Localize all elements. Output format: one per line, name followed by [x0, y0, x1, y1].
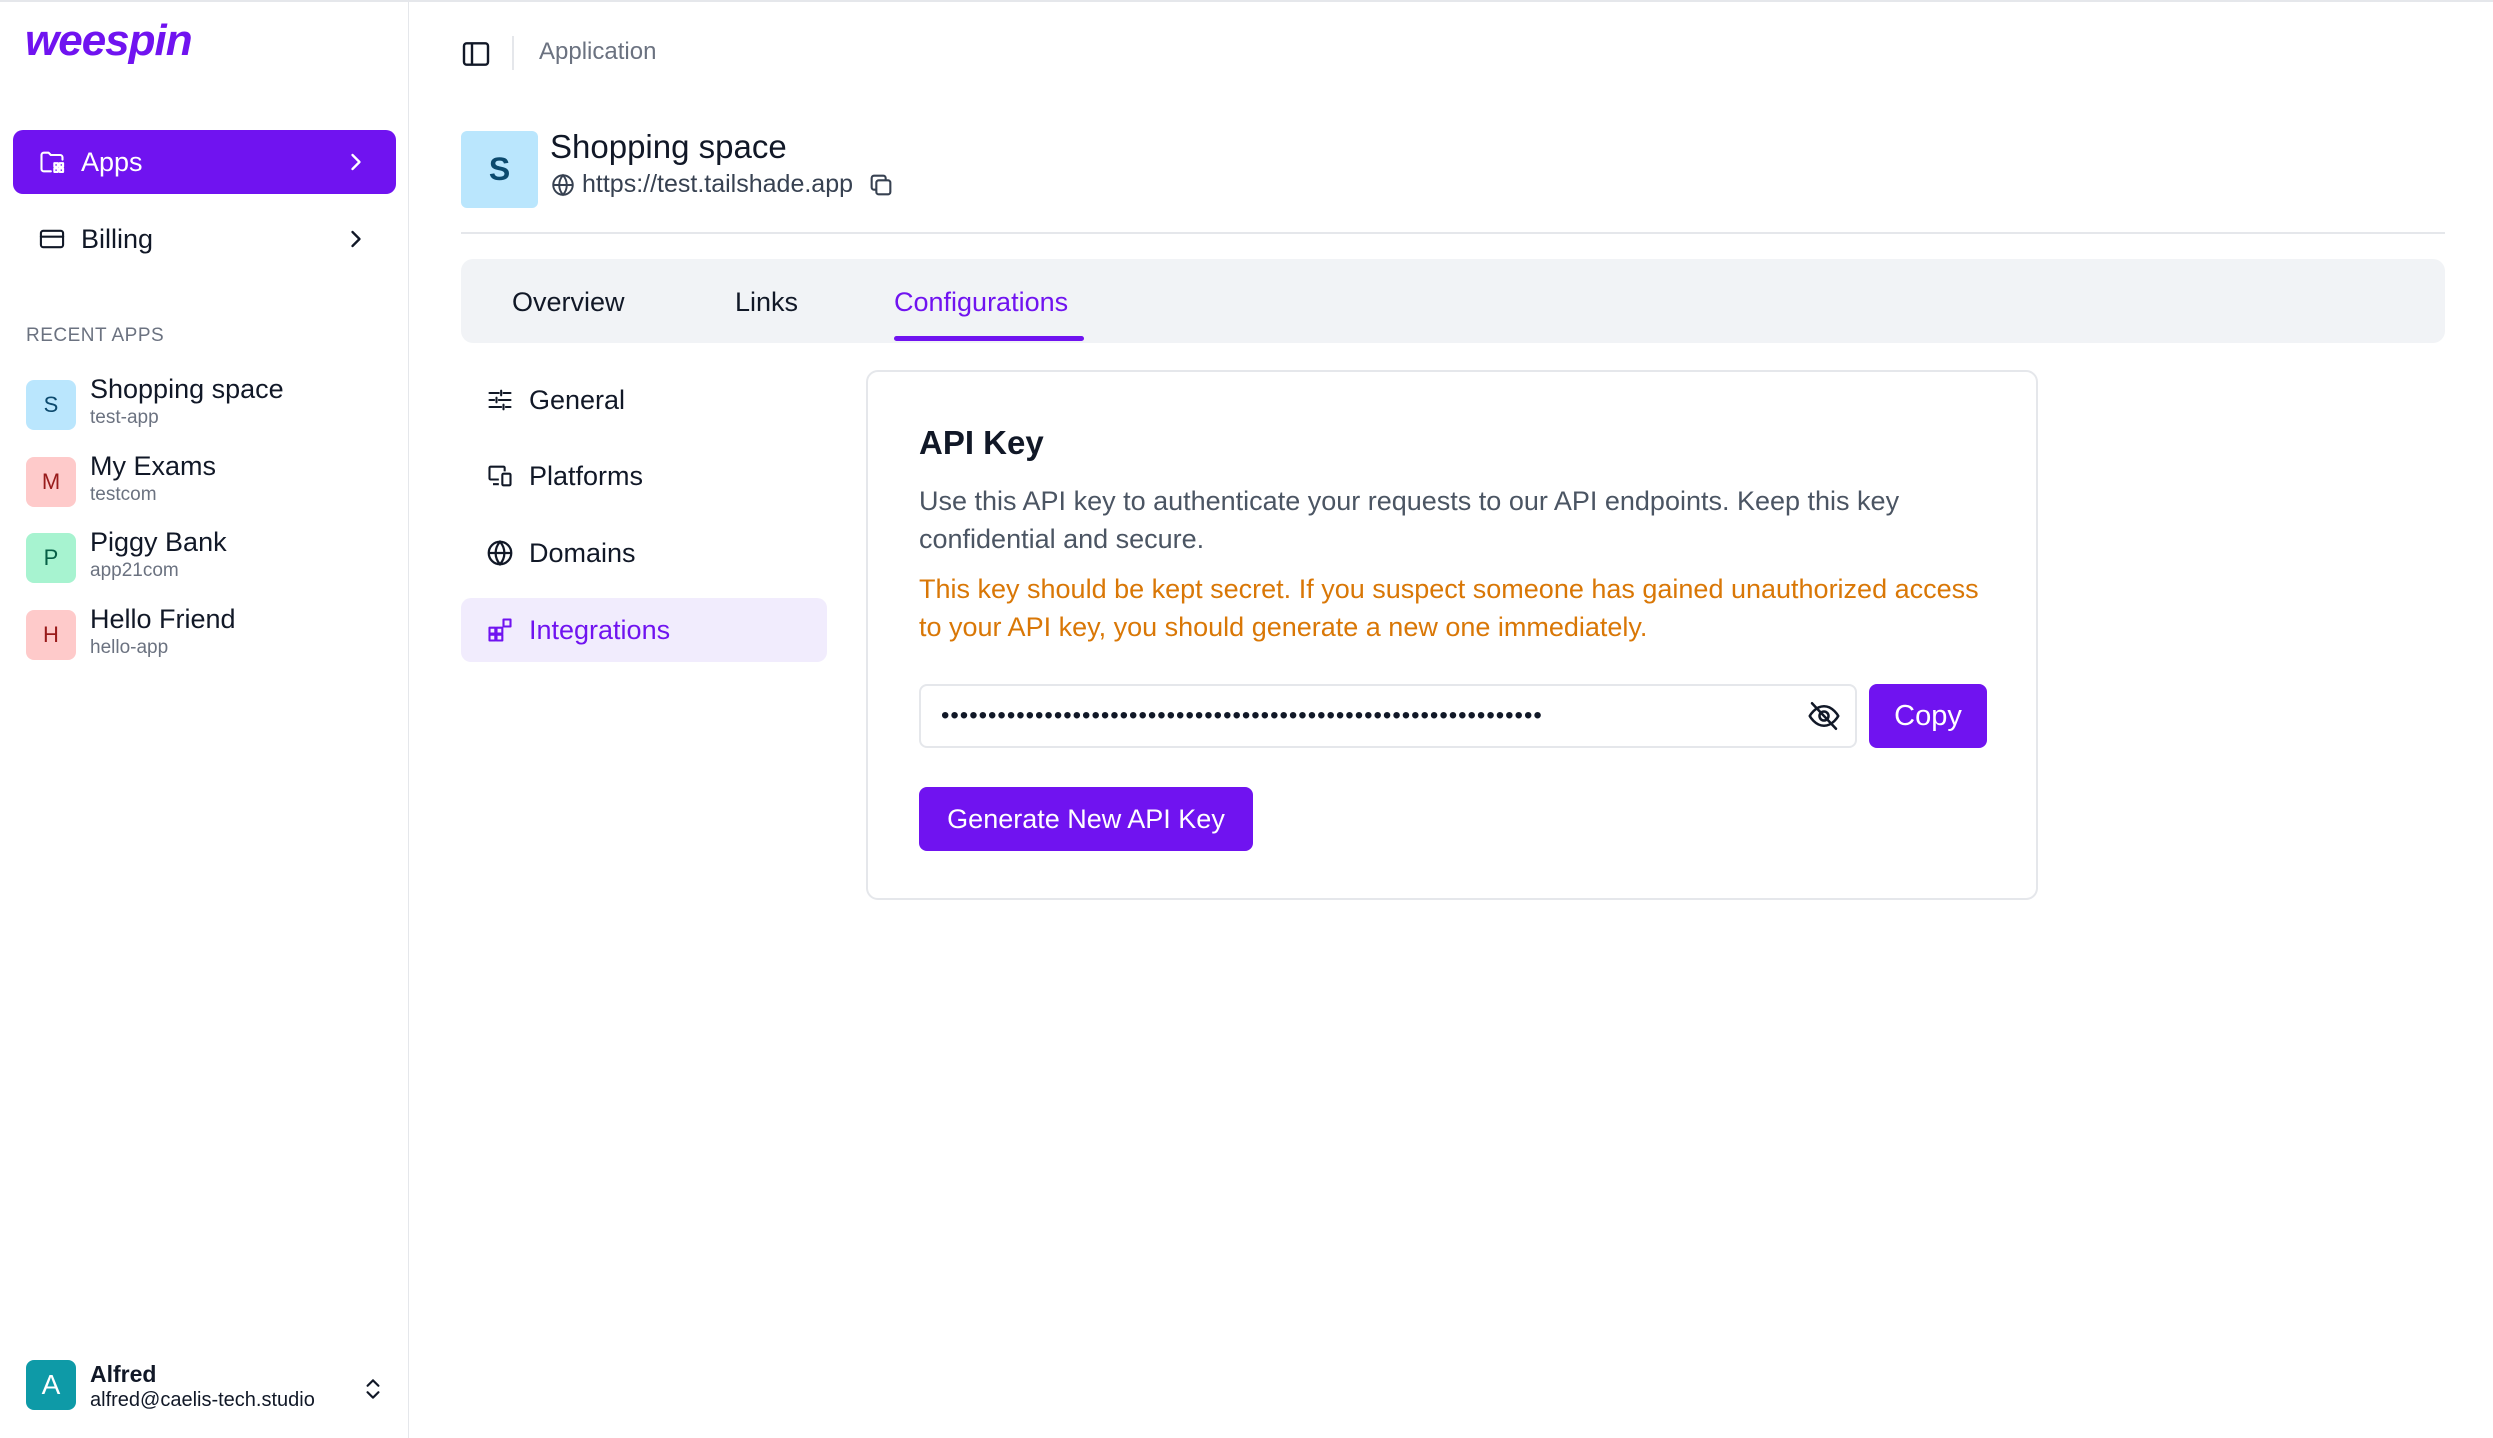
- tab-overview[interactable]: Overview: [512, 287, 625, 318]
- sidebar-toggle-icon[interactable]: [460, 38, 492, 70]
- folder-apps-icon: [37, 147, 67, 177]
- recent-app-item[interactable]: H Hello Friend hello-app: [26, 602, 396, 666]
- recent-app-slug: testcom: [90, 484, 157, 505]
- recent-app-name: Hello Friend: [90, 604, 236, 634]
- config-item-domains[interactable]: Domains: [461, 521, 827, 585]
- breadcrumb[interactable]: Application: [539, 38, 656, 66]
- recent-app-name: Shopping space: [90, 374, 284, 404]
- globe-icon: [552, 173, 574, 196]
- globe-icon: [485, 538, 515, 568]
- recent-app-item[interactable]: S Shopping space test-app: [26, 372, 396, 436]
- recent-app-slug: test-app: [90, 407, 159, 428]
- app-avatar-large: S: [461, 131, 538, 208]
- user-name: Alfred: [90, 1361, 157, 1387]
- tab-configurations[interactable]: Configurations: [894, 287, 1068, 318]
- app-url[interactable]: https://test.tailshade.app: [582, 170, 853, 199]
- recent-apps-label: RECENT APPS: [26, 325, 165, 346]
- sliders-icon: [485, 385, 515, 415]
- app-avatar: S: [26, 380, 76, 430]
- sidebar-item-apps[interactable]: Apps: [13, 130, 396, 194]
- app-url-row: https://test.tailshade.app: [550, 170, 895, 199]
- card-title: API Key: [919, 424, 1044, 461]
- app-avatar: H: [26, 610, 76, 660]
- recent-app-item[interactable]: P Piggy Bank app21com: [26, 525, 396, 589]
- security-warning: This key should be kept secret. If you s…: [919, 574, 1979, 642]
- config-item-general[interactable]: General: [461, 368, 827, 432]
- recent-app-slug: app21com: [90, 560, 179, 581]
- app-avatar: P: [26, 533, 76, 583]
- recent-app-name: My Exams: [90, 451, 217, 481]
- integrations-icon: [485, 615, 515, 645]
- chevron-right-icon: [351, 230, 361, 248]
- copy-icon[interactable]: [867, 171, 895, 199]
- brand-logo[interactable]: weespin: [25, 16, 193, 66]
- api-key-card: API Key Use this API key to authenticate…: [866, 370, 2038, 900]
- tab-bar: Overview Links Configurations: [461, 259, 2445, 343]
- avatar: A: [26, 1360, 76, 1410]
- page-title: Shopping space: [550, 128, 787, 165]
- recent-app-slug: hello-app: [90, 637, 169, 658]
- recent-app-name: Piggy Bank: [90, 527, 227, 557]
- active-tab-indicator: [894, 336, 1084, 341]
- sidebar-item-billing[interactable]: Billing: [13, 207, 396, 271]
- config-item-label: Platforms: [529, 460, 644, 491]
- config-item-label: Integrations: [529, 614, 671, 645]
- config-item-integrations[interactable]: Integrations: [461, 598, 827, 662]
- chevron-up-down-icon: [366, 1379, 380, 1399]
- sidebar-item-label: Billing: [81, 223, 154, 254]
- eye-off-icon[interactable]: [1805, 698, 1843, 734]
- config-item-label: General: [529, 384, 626, 415]
- user-email: alfred@caelis-tech.studio: [90, 1389, 315, 1411]
- generate-api-key-button[interactable]: Generate New API Key: [919, 787, 1253, 851]
- sidebar: weespin Apps Billing RECENT APPS S Shopp…: [0, 2, 409, 1438]
- app-avatar: M: [26, 457, 76, 507]
- user-menu[interactable]: A Alfred alfred@caelis-tech.studio: [26, 1360, 386, 1420]
- api-key-field[interactable]: ••••••••••••••••••••••••••••••••••••••••…: [919, 684, 1857, 748]
- config-item-label: Domains: [529, 537, 636, 568]
- devices-icon: [485, 461, 515, 491]
- header-separator: [461, 232, 2445, 234]
- recent-app-item[interactable]: M My Exams testcom: [26, 449, 396, 513]
- credit-card-icon: [37, 224, 67, 254]
- config-item-platforms[interactable]: Platforms: [461, 444, 827, 508]
- tab-links[interactable]: Links: [735, 287, 798, 318]
- sidebar-item-label: Apps: [81, 146, 143, 177]
- header-divider: [512, 36, 514, 70]
- copy-button[interactable]: Copy: [1869, 684, 1987, 748]
- chevron-right-icon: [351, 153, 361, 171]
- card-description: Use this API key to authenticate your re…: [919, 486, 1900, 554]
